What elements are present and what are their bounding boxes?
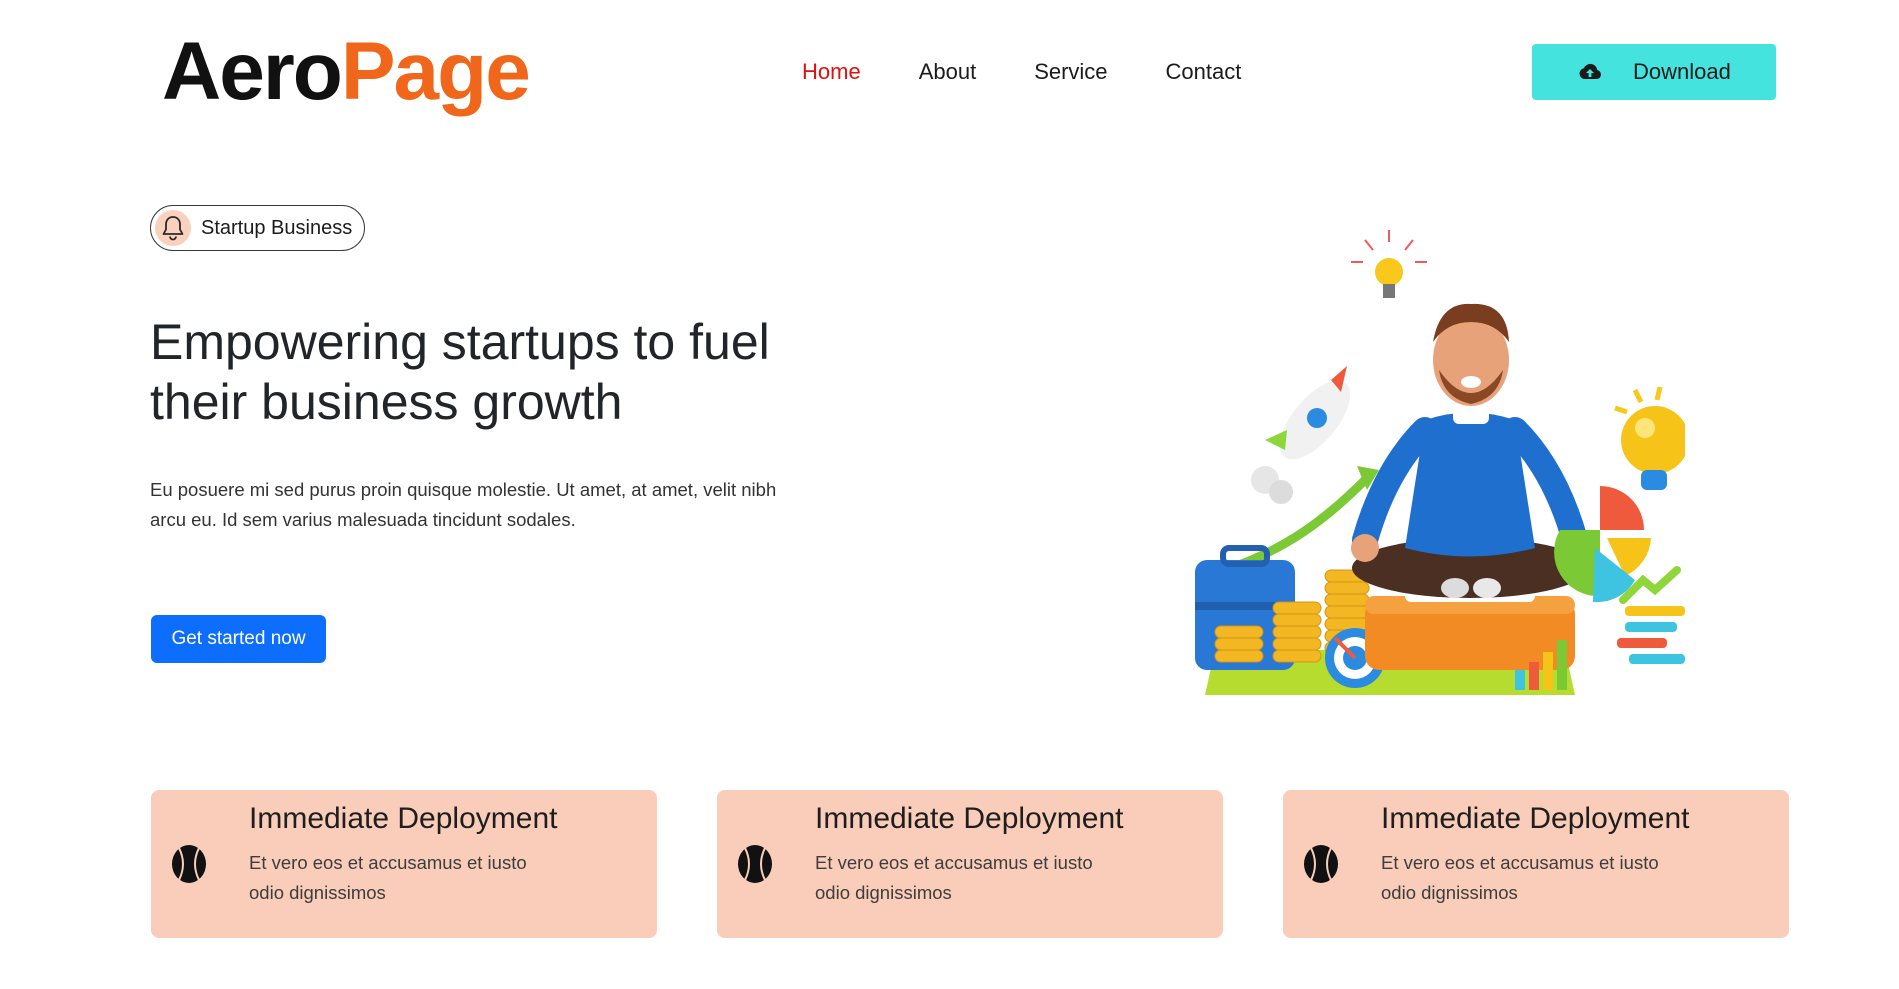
feature-card-description: Et vero eos et accusamus et iusto odio d… [249,852,527,903]
tennis-ball-icon [1304,845,1338,883]
feature-card-title: Immediate Deployment [1381,802,1690,835]
feature-card-title: Immediate Deployment [249,802,558,835]
logo-text-accent: Page [340,26,531,117]
feature-card: Immediate Deployment Et vero eos et accu… [717,790,1223,938]
nav-link-service[interactable]: Service [1034,56,1107,88]
cloud-upload-icon [1579,63,1601,79]
download-button[interactable]: Download [1532,44,1776,100]
nav-link-contact[interactable]: Contact [1166,56,1242,88]
startup-business-badge: Startup Business [150,205,366,251]
tennis-ball-icon [738,845,772,883]
feature-card-description: Et vero eos et accusamus et iusto odio d… [815,852,1093,903]
hero-title: Empowering startups to fuel their busine… [150,314,770,430]
logo[interactable]: Aero Page [162,22,531,122]
feature-card: Immediate Deployment Et vero eos et accu… [151,790,657,938]
download-button-label: Download [1633,59,1731,84]
get-started-button[interactable]: Get started now [151,615,326,663]
meditating-businessman-illustration [1195,230,1685,695]
logo-text-primary: Aero [162,26,343,117]
bell-icon [155,210,191,246]
feature-cards: Immediate Deployment Et vero eos et accu… [151,790,1789,938]
nav-link-about[interactable]: About [919,56,977,88]
main-nav: Home About Service Contact [802,56,1299,88]
feature-card: Immediate Deployment Et vero eos et accu… [1283,790,1789,938]
feature-card-title: Immediate Deployment [815,802,1124,835]
lightbulb-icon [1351,230,1427,298]
badge-text: Startup Business [201,216,353,239]
nav-link-home[interactable]: Home [802,56,861,88]
tennis-ball-icon [172,845,206,883]
feature-card-description: Et vero eos et accusamus et iusto odio d… [1381,852,1659,903]
hero-description: Eu posuere mi sed purus proin quisque mo… [150,479,777,530]
